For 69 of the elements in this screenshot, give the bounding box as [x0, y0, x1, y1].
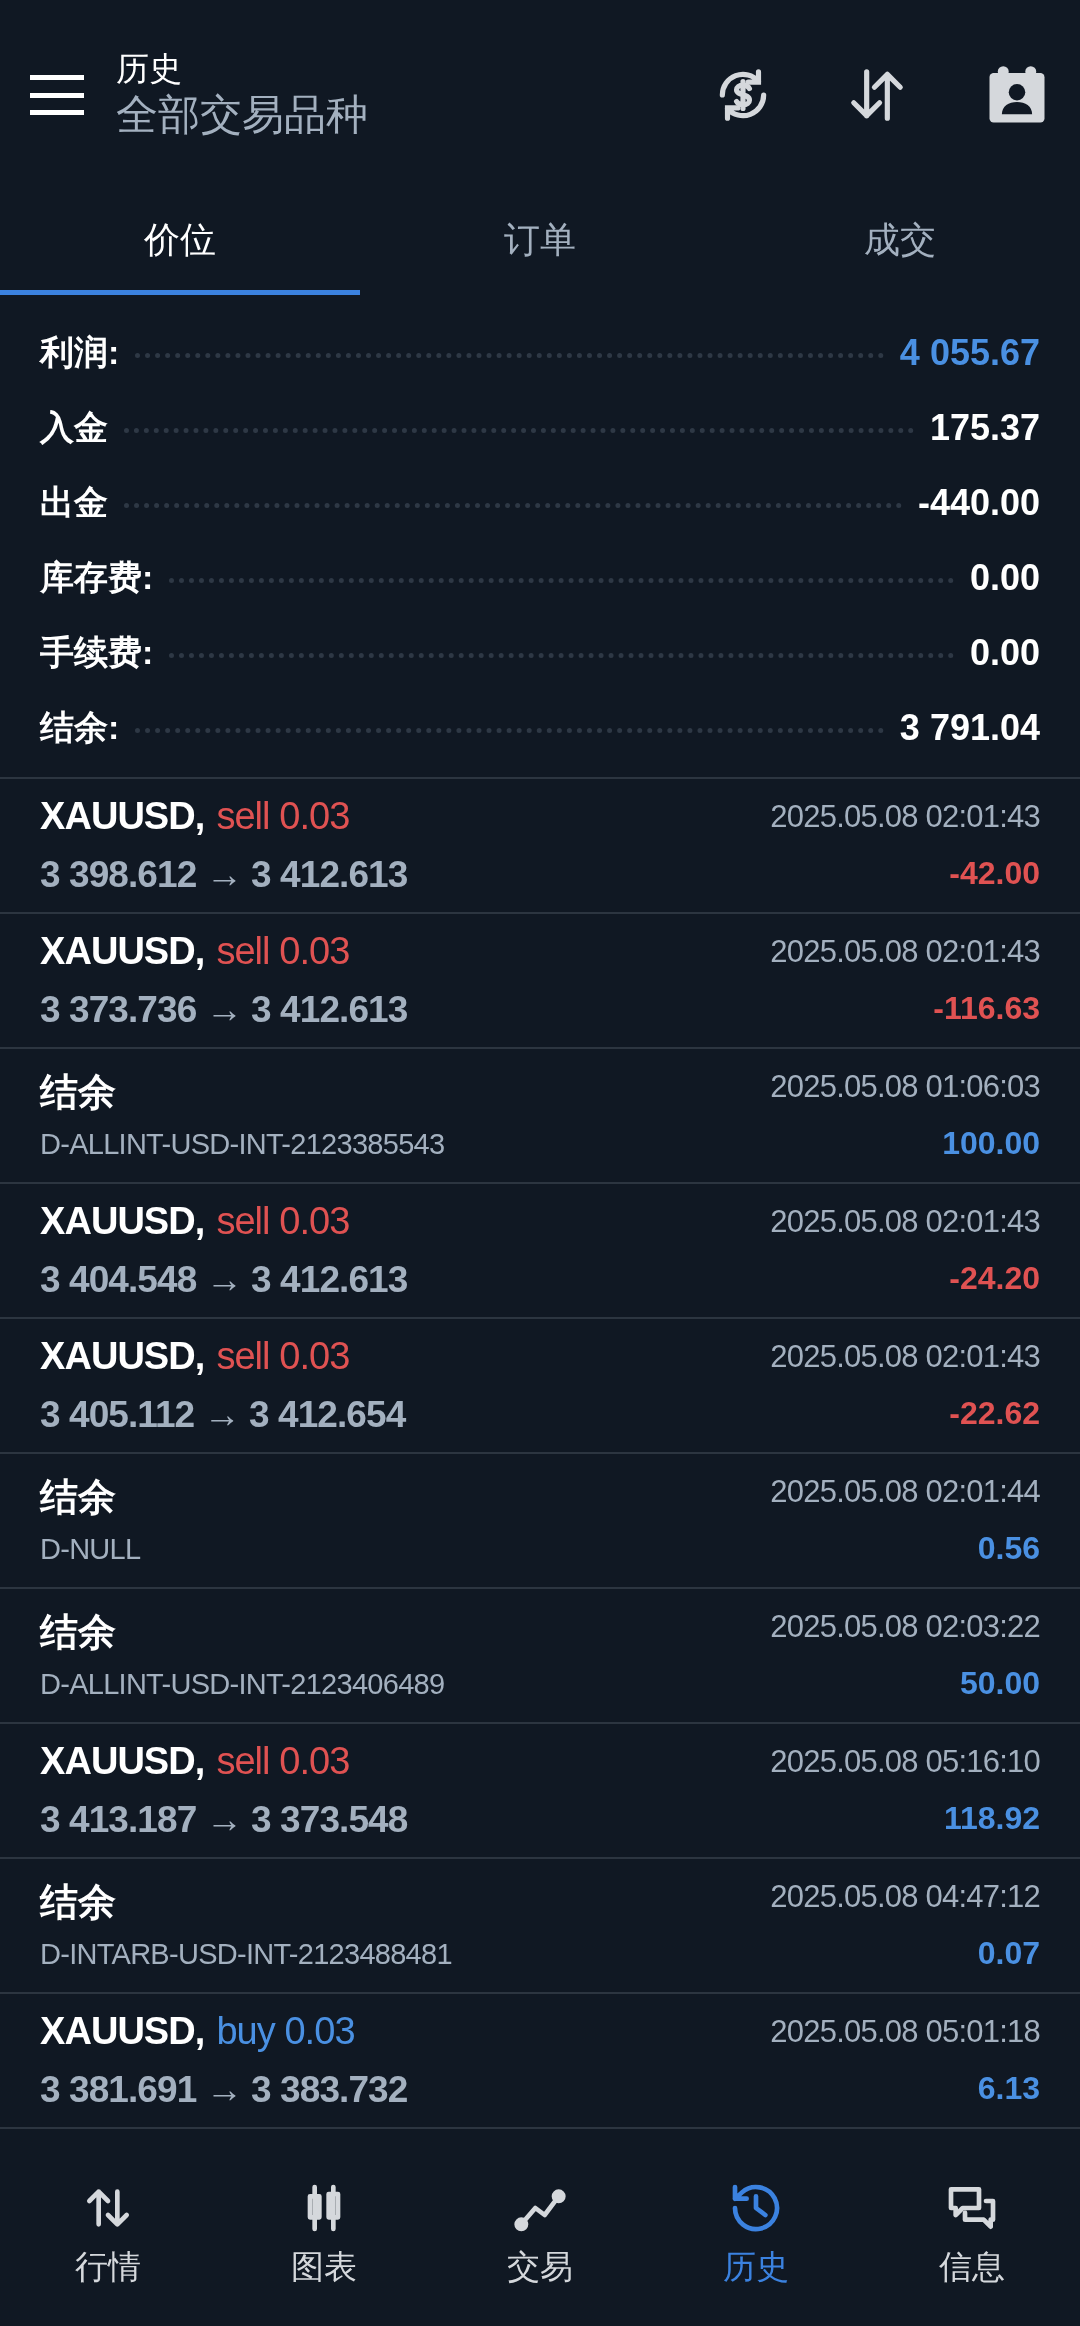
summary-value: 3 791.04	[899, 705, 1040, 750]
deal-profit: -116.63	[933, 988, 1040, 1028]
deal-time: 2025.05.08 04:47:12	[770, 1878, 1040, 1917]
deal-profit: -22.62	[949, 1393, 1040, 1433]
deal-type: 结余	[40, 1475, 117, 1521]
deal-symbol: XAUUSD,	[40, 794, 205, 840]
deal-prices: 3 373.736 → 3 412.613	[40, 988, 408, 1033]
tab[interactable]: 成交	[720, 190, 1080, 295]
nav-item[interactable]: 历史	[648, 2179, 864, 2292]
deal-type: 结余	[40, 1880, 117, 1926]
deal-time: 2025.05.08 02:03:22	[770, 1608, 1040, 1647]
deal-type: sell 0.03	[216, 1739, 350, 1785]
deal-type: sell 0.03	[216, 1334, 350, 1380]
deal-symbol: XAUUSD,	[40, 1739, 205, 1785]
summary-label: 库存费:	[40, 557, 154, 598]
deal-comment: D-ALLINT-USD-INT-2123385543	[40, 1127, 445, 1163]
symbol-filter[interactable]: 全部交易品种	[116, 89, 712, 142]
tab[interactable]: 订单	[360, 190, 720, 295]
summary-label: 出金	[40, 482, 108, 523]
deal-type: sell 0.03	[216, 794, 350, 840]
deal-time: 2025.05.08 02:01:43	[770, 798, 1040, 837]
summary-value: 0.00	[969, 555, 1040, 600]
nav-item[interactable]: 图表	[216, 2179, 432, 2292]
deal-time: 2025.05.08 02:01:44	[770, 1473, 1040, 1512]
deal-symbol: XAUUSD,	[40, 1199, 205, 1245]
screen-title: 历史	[116, 49, 183, 90]
deal-type: 结余	[40, 1070, 117, 1116]
deal-time: 2025.05.08 02:01:43	[770, 1203, 1040, 1242]
nav-item[interactable]: 信息	[864, 2179, 1080, 2292]
deal-profit: 50.00	[959, 1663, 1040, 1703]
deal-profit: -24.20	[949, 1258, 1040, 1298]
deal-type: sell 0.03	[216, 1199, 350, 1245]
deal-comment: D-ALLINT-USD-INT-2123406489	[40, 1667, 445, 1703]
summary-label: 入金	[40, 407, 108, 448]
summary-label: 手续费:	[40, 632, 154, 673]
summary-label: 结余:	[40, 707, 120, 748]
deal-time: 2025.05.08 05:01:18	[770, 2013, 1040, 2052]
deal-symbol: XAUUSD,	[40, 929, 205, 975]
deal-type: sell 0.03	[216, 929, 350, 975]
nav-item[interactable]: 交易	[432, 2179, 648, 2292]
menu-button[interactable]	[30, 75, 84, 115]
summary-value: 0.00	[969, 630, 1040, 675]
nav-item[interactable]: 行情	[0, 2179, 216, 2292]
deal-time: 2025.05.08 05:16:10	[770, 1743, 1040, 1782]
deal-time: 2025.05.08 02:01:43	[770, 1338, 1040, 1377]
deal-profit: 6.13	[977, 2068, 1040, 2108]
summary-label: 利润:	[40, 332, 120, 373]
deal-profit: 118.92	[943, 1798, 1040, 1838]
deal-symbol: XAUUSD,	[40, 2009, 205, 2055]
deal-comment: D-INTARB-USD-INT-2123488481	[40, 1937, 452, 1973]
summary-value: 175.37	[929, 405, 1040, 450]
deal-prices: 3 381.691 → 3 383.732	[40, 2068, 408, 2113]
deal-profit: -42.00	[949, 853, 1040, 893]
deal-type: buy 0.03	[216, 2009, 355, 2055]
deal-time: 2025.05.08 02:01:43	[770, 933, 1040, 972]
deal-prices: 3 413.187 → 3 373.548	[40, 1798, 408, 1843]
deal-type: 结余	[40, 1610, 117, 1656]
summary-value: -440.00	[917, 480, 1040, 525]
deal-prices: 3 405.112 → 3 412.654	[40, 1393, 406, 1438]
deal-profit: 0.56	[977, 1528, 1040, 1568]
deal-time: 2025.05.08 01:06:03	[770, 1068, 1040, 1107]
deal-comment: D-NULL	[40, 1532, 141, 1568]
deal-prices: 3 404.548 → 3 412.613	[40, 1258, 408, 1303]
deal-prices: 3 398.612 → 3 412.613	[40, 853, 408, 898]
summary-value: 4 055.67	[899, 330, 1040, 375]
tab[interactable]: 价位	[0, 190, 360, 295]
deal-profit: 100.00	[942, 1123, 1040, 1163]
deal-symbol: XAUUSD,	[40, 1334, 205, 1380]
deal-profit: 0.07	[977, 1933, 1040, 1973]
